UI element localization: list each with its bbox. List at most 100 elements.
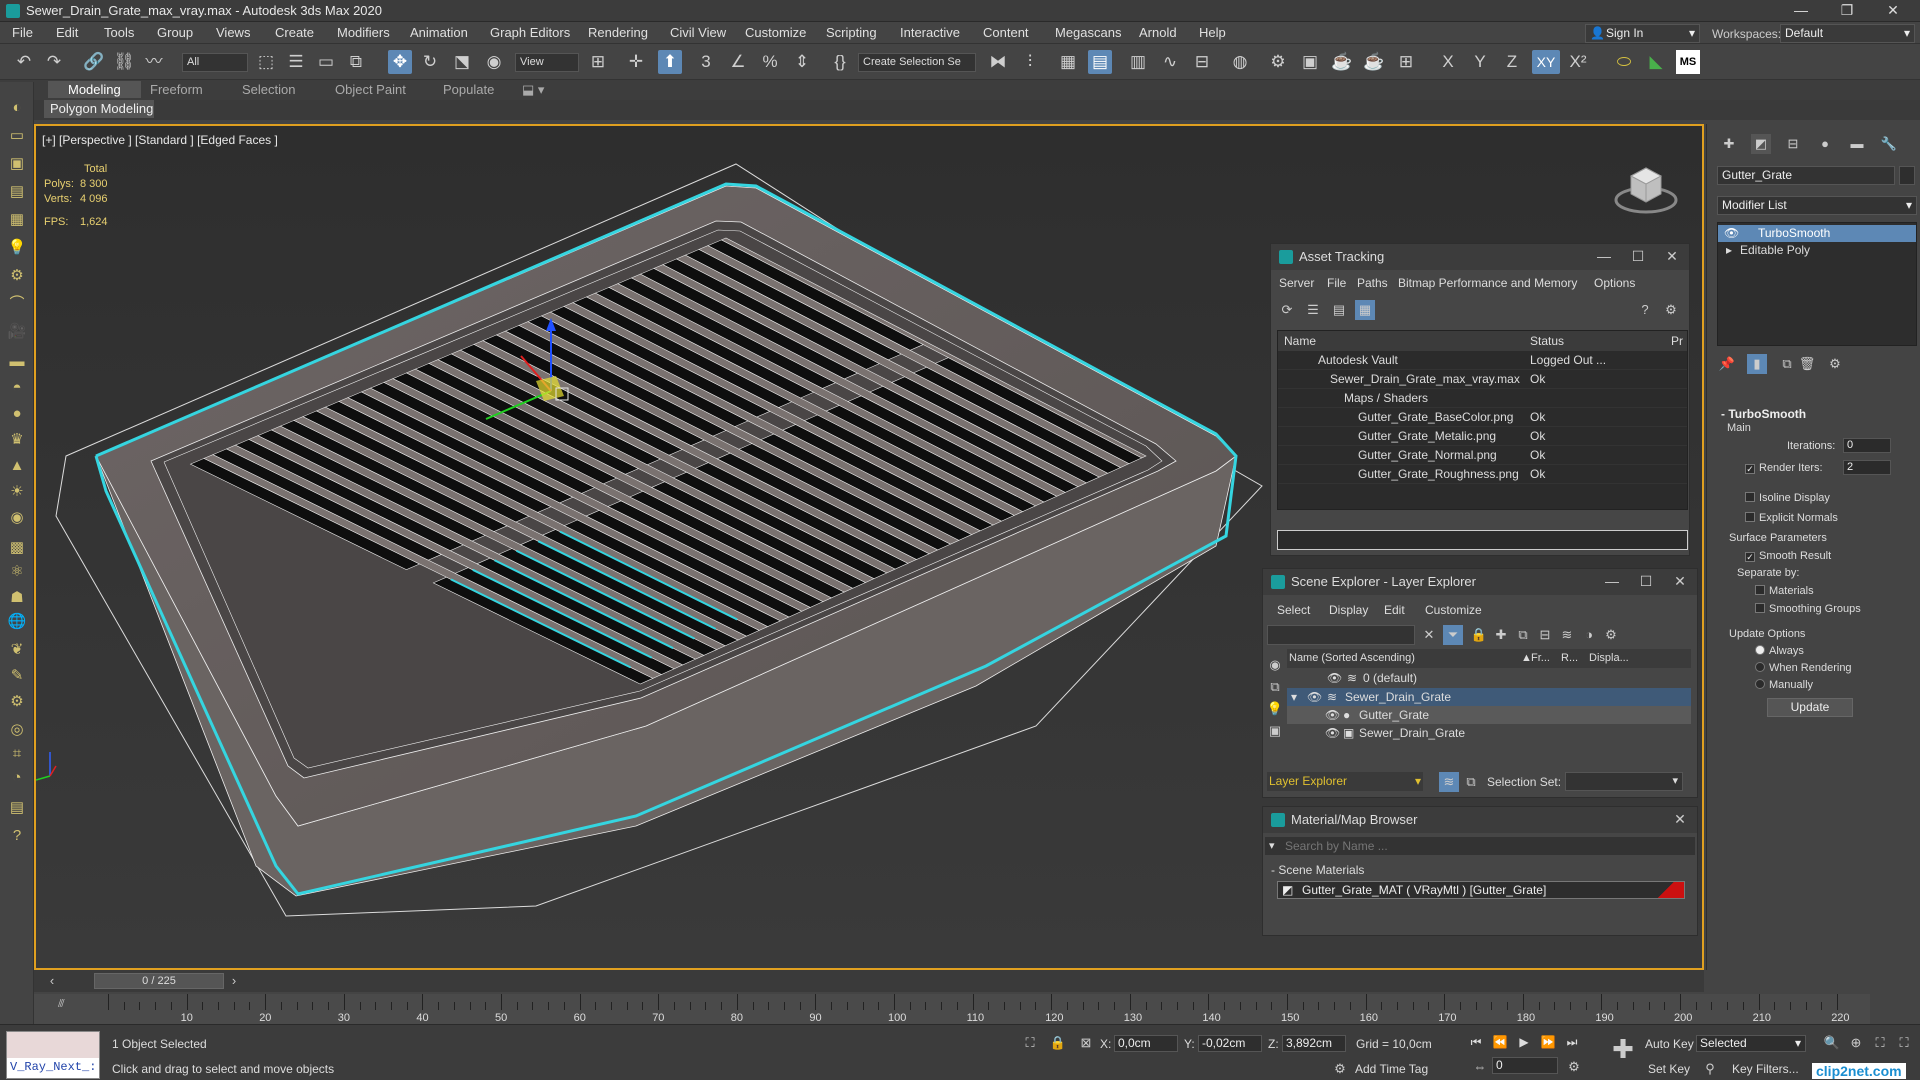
eye-icon[interactable]: 👁: [1724, 225, 1739, 242]
y-coord-field[interactable]: -0,02cm: [1198, 1035, 1262, 1052]
checkbox-checked[interactable]: ✓: [1745, 464, 1755, 474]
menu-graph-editors[interactable]: Graph Editors: [490, 25, 570, 40]
select-manipulate-icon[interactable]: ✛: [624, 50, 648, 74]
render-tools-icon[interactable]: ⊞: [1394, 50, 1418, 74]
menu-edit[interactable]: Edit: [56, 25, 78, 40]
key-mode-select[interactable]: Selected ▾: [1696, 1035, 1806, 1052]
megascans-icon[interactable]: ◣: [1644, 50, 1668, 74]
turbosmooth-rollout[interactable]: - TurboSmooth: [1721, 407, 1806, 421]
at-menu-server[interactable]: Server: [1279, 276, 1314, 290]
layers-toggle-icon[interactable]: ≋: [1439, 772, 1459, 792]
se-menu-select[interactable]: Select: [1277, 603, 1310, 617]
eye-icon[interactable]: 👁: [1325, 726, 1340, 740]
workspace-select[interactable]: Default ▾: [1780, 24, 1915, 43]
ribbon-options-icon[interactable]: ⬓ ▾: [522, 82, 544, 98]
rotate-view-icon[interactable]: ◔: [7, 768, 27, 788]
constraint-y-button[interactable]: Y: [1468, 50, 1492, 74]
schematic-view-icon[interactable]: ⊟: [1190, 50, 1214, 74]
scene-materials-header[interactable]: - Scene Materials: [1271, 863, 1364, 877]
time-config-icon[interactable]: ⚙: [1564, 1057, 1584, 1077]
constraint-z-button[interactable]: Z: [1500, 50, 1524, 74]
minimize-button[interactable]: —: [1587, 244, 1621, 270]
highlight-icon[interactable]: ◑: [1579, 625, 1599, 645]
utilities-tab-icon[interactable]: 🔧: [1879, 134, 1899, 154]
layers-icon[interactable]: ≋: [1557, 625, 1577, 645]
explorer-mode-select[interactable]: Layer Explorer ▾: [1267, 772, 1423, 791]
explicit-normals-checkbox[interactable]: Explicit Normals: [1745, 512, 1838, 524]
table-row[interactable]: Gutter_Grate_Normal.png Ok: [1278, 446, 1687, 465]
sync-icon[interactable]: ⚙: [1601, 625, 1621, 645]
col-status[interactable]: Status: [1530, 334, 1564, 348]
display-lights-icon[interactable]: 💡: [1265, 699, 1285, 719]
make-unique-icon[interactable]: ⧉: [1777, 354, 1797, 374]
menu-arnold[interactable]: Arnold: [1139, 25, 1177, 40]
table-row[interactable]: Sewer_Drain_Grate_max_vray.max Ok: [1278, 370, 1687, 389]
x-coord-field[interactable]: 0,0cm: [1114, 1035, 1178, 1052]
globe-icon[interactable]: 🌐: [7, 612, 27, 632]
col-freeze[interactable]: Fr...: [1531, 652, 1550, 664]
menu-customize[interactable]: Customize: [745, 25, 806, 40]
table-row[interactable]: Gutter_Grate_BaseColor.png Ok: [1278, 408, 1687, 427]
always-radio[interactable]: Always: [1755, 645, 1804, 657]
keyboard-shortcut-override-icon[interactable]: ⬆: [658, 50, 682, 74]
document-icon[interactable]: ▤: [7, 798, 27, 818]
camera-icon[interactable]: 🎥: [7, 322, 27, 342]
new-layer-icon[interactable]: ✚: [1491, 625, 1511, 645]
reference-coordinate-select[interactable]: View: [515, 53, 579, 72]
light-icon[interactable]: 💡: [7, 238, 27, 258]
update-button[interactable]: Update: [1767, 698, 1853, 717]
gear-icon[interactable]: ⚙: [7, 692, 27, 712]
plant-icon[interactable]: ❦: [7, 640, 27, 660]
object-color-swatch[interactable]: [1899, 166, 1915, 185]
constraint-xyz-icon[interactable]: X²: [1566, 50, 1590, 74]
smooth-result-checkbox[interactable]: ✓ Smooth Result: [1745, 550, 1831, 562]
menu-interactive[interactable]: Interactive: [900, 25, 960, 40]
time-tag-icon[interactable]: ⚙: [1330, 1059, 1350, 1079]
hf-icon[interactable]: ✎: [7, 666, 27, 686]
add-to-layer-icon[interactable]: ⧉: [1513, 625, 1533, 645]
lock-icon[interactable]: 🔒: [1469, 625, 1489, 645]
se-menu-edit[interactable]: Edit: [1384, 603, 1405, 617]
zoom-extents-icon[interactable]: ⛶: [1870, 1033, 1890, 1053]
current-frame-field[interactable]: 0: [1492, 1057, 1558, 1074]
maximize-button[interactable]: ❐: [1824, 0, 1870, 22]
set-key-button[interactable]: Set Key: [1648, 1062, 1690, 1076]
zoom-extents-all-icon[interactable]: ⛶: [1894, 1033, 1914, 1053]
display-tab-icon[interactable]: ▬: [1847, 134, 1867, 154]
grid-view-icon[interactable]: ▦: [1355, 300, 1375, 320]
tab-selection[interactable]: Selection: [242, 82, 295, 97]
maximize-button[interactable]: ☐: [1621, 244, 1655, 270]
add-time-tag[interactable]: Add Time Tag: [1355, 1062, 1428, 1076]
list-icon[interactable]: ☰: [1303, 300, 1323, 320]
dome-icon[interactable]: ◓: [7, 378, 27, 398]
render-production-icon[interactable]: ☕: [1330, 50, 1354, 74]
menu-modifiers[interactable]: Modifiers: [337, 25, 390, 40]
play-icon[interactable]: ▶: [1514, 1033, 1534, 1052]
close-button[interactable]: ✕: [1663, 807, 1697, 833]
key-filters-button[interactable]: Key Filters...: [1732, 1062, 1799, 1076]
settings-icon[interactable]: ⚙: [1661, 300, 1681, 320]
menu-file[interactable]: File: [12, 25, 33, 40]
selection-lock-icon[interactable]: 🔒: [1048, 1033, 1068, 1053]
at-menu-paths[interactable]: Paths: [1357, 276, 1388, 290]
help-icon[interactable]: ?: [7, 826, 27, 846]
at-menu-options[interactable]: Options: [1594, 276, 1635, 290]
help-icon[interactable]: ?: [1635, 300, 1655, 320]
named-selection-set-select[interactable]: Create Selection Se: [858, 53, 976, 72]
percent-snap-icon[interactable]: %: [758, 50, 782, 74]
col-display[interactable]: Displa...: [1589, 652, 1629, 664]
set-key-big-icon[interactable]: ✚: [1606, 1036, 1640, 1073]
curve-editor-icon[interactable]: ∿: [1158, 50, 1182, 74]
close-button[interactable]: ✕: [1663, 569, 1697, 595]
edit-named-selection-icon[interactable]: {}: [828, 50, 852, 74]
zoom-icon[interactable]: 🔍: [1822, 1033, 1842, 1053]
material-editor-icon[interactable]: ◍: [1228, 50, 1252, 74]
redo-icon[interactable]: ↷: [42, 50, 66, 74]
se-search-input[interactable]: [1267, 625, 1415, 645]
make-current-icon[interactable]: ⊟: [1535, 625, 1555, 645]
snaps-toggle-icon[interactable]: 3: [694, 50, 718, 74]
menu-animation[interactable]: Animation: [410, 25, 468, 40]
track-bar[interactable]: ⫻ 10 20 30 40 50 60 70 80 90 100 110 120 130 140 150 16…: [34, 994, 1870, 1024]
time-slider[interactable]: 0 / 225: [94, 973, 224, 989]
menu-group[interactable]: Group: [157, 25, 193, 40]
